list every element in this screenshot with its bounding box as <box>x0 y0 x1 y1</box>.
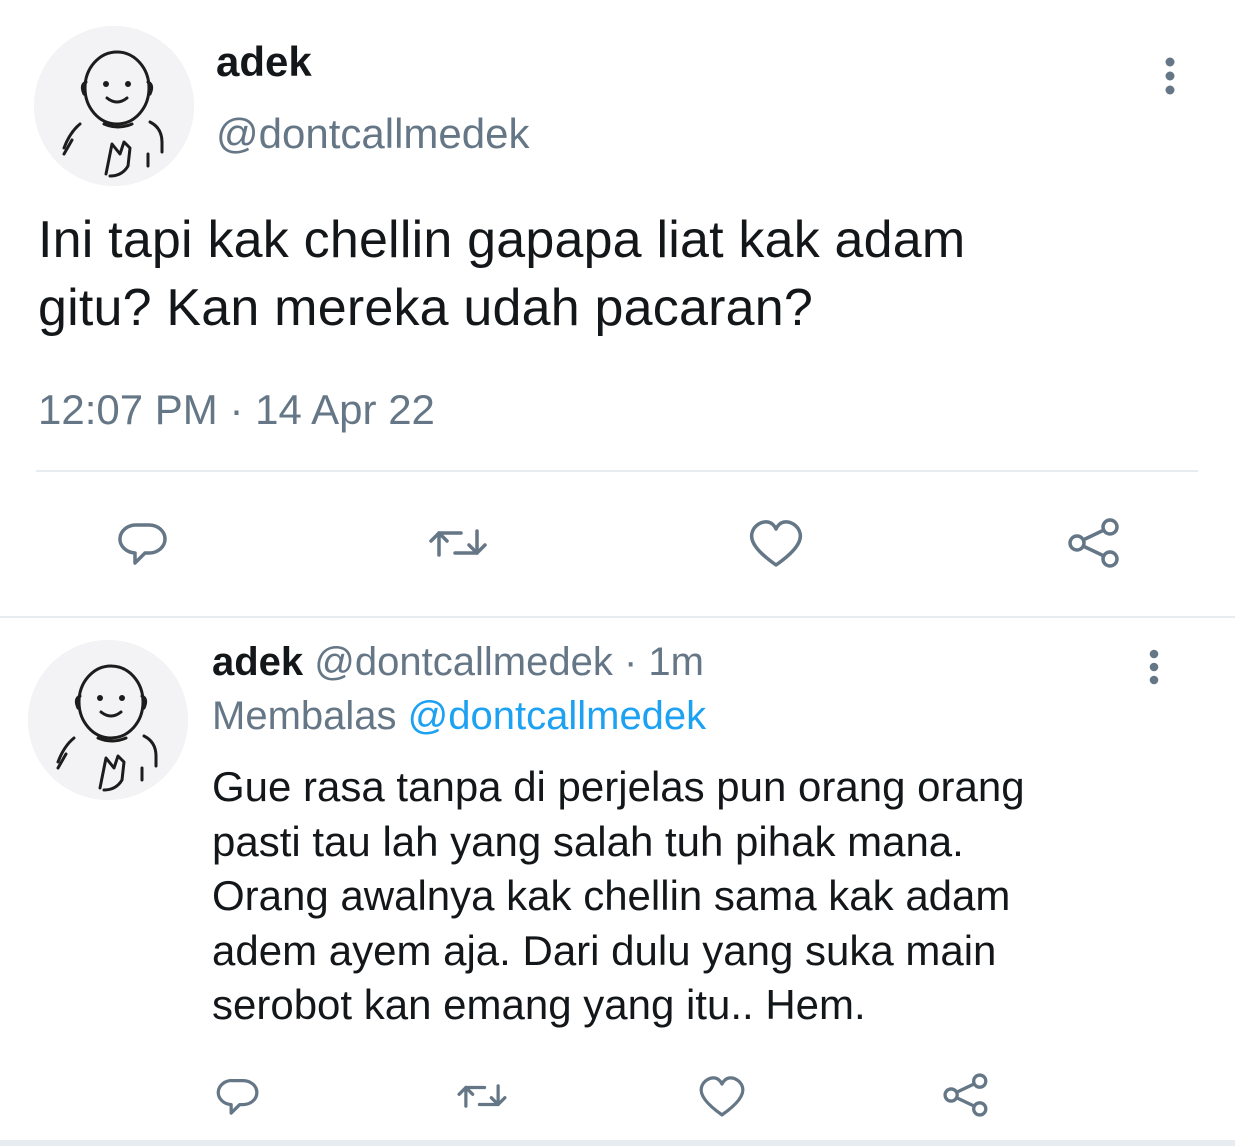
avatar-illustration <box>28 640 188 800</box>
replying-to: Membalas @dontcallmedek <box>212 694 706 739</box>
like-button[interactable] <box>741 508 811 578</box>
reply-button[interactable] <box>210 1068 266 1124</box>
mention-link[interactable]: @dontcallmedek <box>408 694 707 738</box>
main-tweet: adek @dontcallmedek Ini tapi kak chellin… <box>0 0 1235 616</box>
author-name[interactable]: adek <box>212 640 303 684</box>
tweet-text-line: Ini tapi kak chellin gapapa liat kak ada… <box>38 211 966 269</box>
tweet-text-line: pasti tau lah yang salah tuh pihak mana. <box>212 817 964 865</box>
share-button[interactable] <box>936 1066 994 1124</box>
heart-icon <box>699 1076 745 1117</box>
reply-header: adek @dontcallmedek · 1m <box>212 640 704 685</box>
like-button[interactable] <box>693 1068 751 1124</box>
time-ago: 1m <box>648 640 704 684</box>
share-icon <box>943 1073 988 1117</box>
header-separator: · <box>623 640 638 684</box>
tweet-text-line: Orang awalnya kak chellin sama kak adam <box>212 872 1011 919</box>
retweet-button[interactable] <box>423 508 493 578</box>
divider <box>36 470 1198 472</box>
replying-label: Membalas <box>212 694 397 738</box>
timestamp[interactable]: 12:07 PM · 14 Apr 22 <box>38 386 435 434</box>
retweet-icon <box>429 529 487 557</box>
retweet-button[interactable] <box>452 1068 512 1124</box>
avatar[interactable] <box>28 640 188 800</box>
tweet-text-line: gitu? Kan mereka udah pacaran? <box>38 279 813 337</box>
heart-icon <box>749 520 803 567</box>
more-vertical-icon[interactable] <box>1158 56 1182 100</box>
reply-button[interactable] <box>108 508 178 578</box>
more-vertical-icon[interactable] <box>1142 648 1166 690</box>
tweet-text: Gue rasa tanpa di perjelas pun orang ora… <box>212 760 1212 1033</box>
share-icon <box>1068 518 1119 568</box>
author-name[interactable]: adek <box>216 38 312 86</box>
author-handle[interactable]: @dontcallmedek <box>216 110 529 158</box>
reply-tweet[interactable]: adek @dontcallmedek · 1m Membalas @dontc… <box>0 618 1235 1146</box>
retweet-icon <box>457 1084 507 1108</box>
tweet-text-line: adem ayem aja. Dari dulu yang suka main <box>212 926 997 974</box>
author-handle[interactable]: @dontcallmedek <box>314 640 613 684</box>
reply-icon <box>118 523 167 565</box>
tweet-text-line: serobot kan emang yang itu.. Hem. <box>212 981 866 1028</box>
tweet-text-line: Gue rasa tanpa di perjelas pun orang ora… <box>212 763 1025 810</box>
tweet-text: Ini tapi kak chellin gapapa liat kak ada… <box>38 206 1188 342</box>
avatar-illustration <box>34 26 194 186</box>
share-button[interactable] <box>1058 508 1128 578</box>
bottom-divider <box>0 1140 1235 1146</box>
reply-icon <box>216 1078 259 1115</box>
avatar[interactable] <box>34 26 194 186</box>
